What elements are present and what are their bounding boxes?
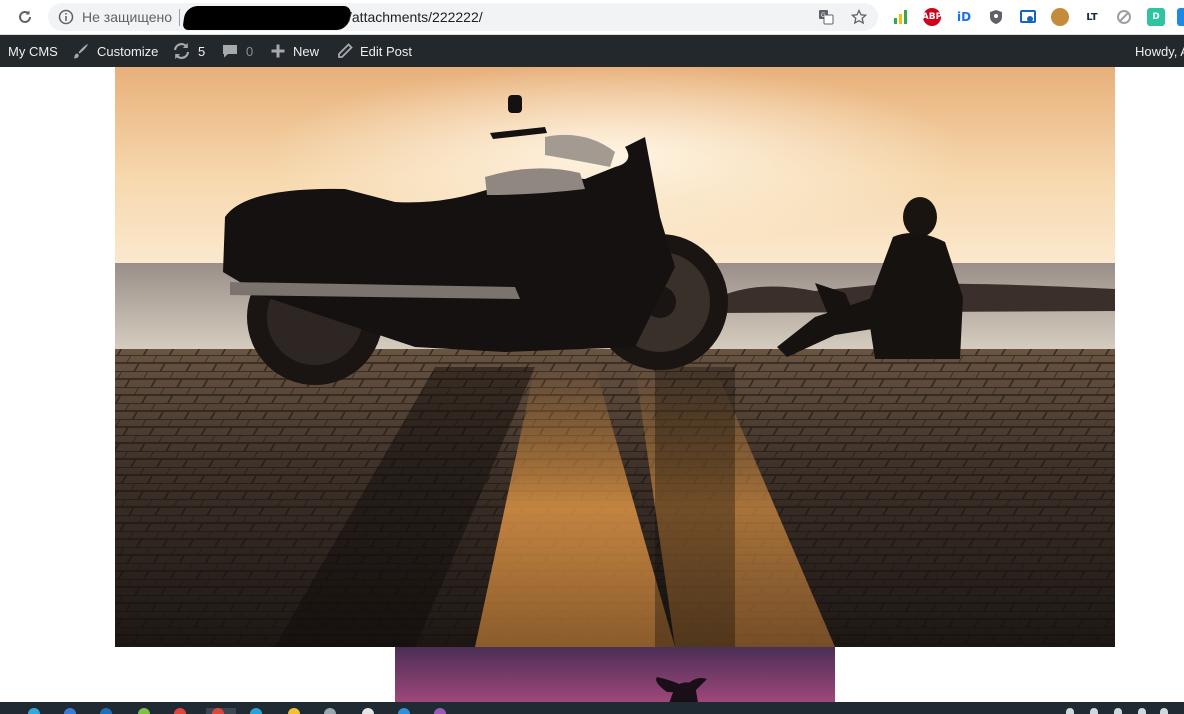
- taskbar-app-icon[interactable]: [138, 708, 150, 714]
- customize-label: Customize: [97, 43, 159, 59]
- tray-icon[interactable]: [1090, 708, 1098, 714]
- comment-bubble-icon: [223, 45, 237, 58]
- address-bar[interactable]: Не защищено /attachments/222222/ G: [48, 3, 878, 31]
- taskbar-app-icon[interactable]: [250, 708, 262, 714]
- bookmark-star-icon[interactable]: [851, 9, 867, 25]
- updates-icon: [173, 43, 190, 59]
- motorcycle-sunset-photo: [115, 67, 1115, 647]
- taskbar-app-icon[interactable]: [288, 708, 300, 714]
- comments-count: 0: [246, 43, 254, 59]
- new-label: New: [293, 43, 320, 59]
- s-extension-icon[interactable]: [1177, 8, 1184, 26]
- id-extension-icon[interactable]: iD: [955, 8, 973, 26]
- howdy-label: Howdy, A: [1135, 43, 1184, 59]
- os-taskbar: [0, 702, 1184, 714]
- taskbar-app-icon[interactable]: [434, 708, 446, 714]
- lt-extension-icon[interactable]: LT: [1083, 8, 1101, 26]
- taskbar-app-icon[interactable]: [64, 708, 76, 714]
- taskbar-app-icon[interactable]: [174, 708, 186, 714]
- taskbar-app-icon[interactable]: [324, 708, 336, 714]
- translate-icon[interactable]: G: [818, 9, 834, 25]
- tray-icon[interactable]: [1138, 708, 1146, 714]
- customize-link[interactable]: Customize: [72, 35, 158, 67]
- svg-text:G: G: [821, 12, 826, 19]
- shield-extension-icon[interactable]: [987, 8, 1005, 26]
- wp-admin-bar: My CMS Customize 5 0 New Edit Post Howdy…: [0, 35, 1184, 67]
- edit-post-link[interactable]: Edit Post: [337, 35, 412, 67]
- tray-icon[interactable]: [1114, 708, 1122, 714]
- d-extension-icon[interactable]: D: [1147, 8, 1165, 26]
- taskbar-app-icon[interactable]: [100, 708, 112, 714]
- paintbrush-icon: [73, 44, 88, 59]
- taskbar-app-icon[interactable]: [398, 708, 410, 714]
- site-name-link[interactable]: My CMS: [8, 35, 58, 67]
- site-name-label: My CMS: [8, 43, 58, 59]
- blocked-extension-icon[interactable]: [1115, 8, 1133, 26]
- my-account-link[interactable]: Howdy, A: [1135, 35, 1184, 67]
- taskbar-app-icon[interactable]: [28, 708, 40, 714]
- reload-icon: [19, 10, 31, 23]
- taskbar-app-icon[interactable]: [212, 708, 224, 714]
- security-status-label[interactable]: Не защищено: [82, 9, 172, 25]
- tray-icon[interactable]: [1160, 708, 1168, 714]
- bar-chart-extension-icon[interactable]: [892, 8, 910, 26]
- cookie-extension-icon[interactable]: [1051, 8, 1069, 26]
- url-path[interactable]: /attachments/222222/: [348, 9, 483, 25]
- updates-link[interactable]: 5: [172, 35, 205, 67]
- redacted-domain: [182, 6, 352, 30]
- plus-icon: [271, 44, 285, 58]
- tray-icon[interactable]: [1066, 708, 1074, 714]
- reload-button[interactable]: [14, 6, 36, 28]
- new-content-link[interactable]: New: [270, 35, 319, 67]
- info-icon[interactable]: [58, 9, 74, 25]
- omnibox-separator: [179, 9, 180, 26]
- edit-post-label: Edit Post: [360, 43, 413, 59]
- attachment-image: [115, 67, 1115, 647]
- adblock-plus-extension-icon[interactable]: ABP: [922, 8, 942, 26]
- comments-link[interactable]: 0: [221, 35, 253, 67]
- window-capture-extension-icon[interactable]: [1019, 8, 1037, 26]
- taskbar-app-icon[interactable]: [362, 708, 374, 714]
- browser-toolbar: Не защищено /attachments/222222/ G ABP i…: [0, 0, 1184, 35]
- updates-count: 5: [198, 43, 206, 59]
- pencil-icon: [338, 43, 353, 58]
